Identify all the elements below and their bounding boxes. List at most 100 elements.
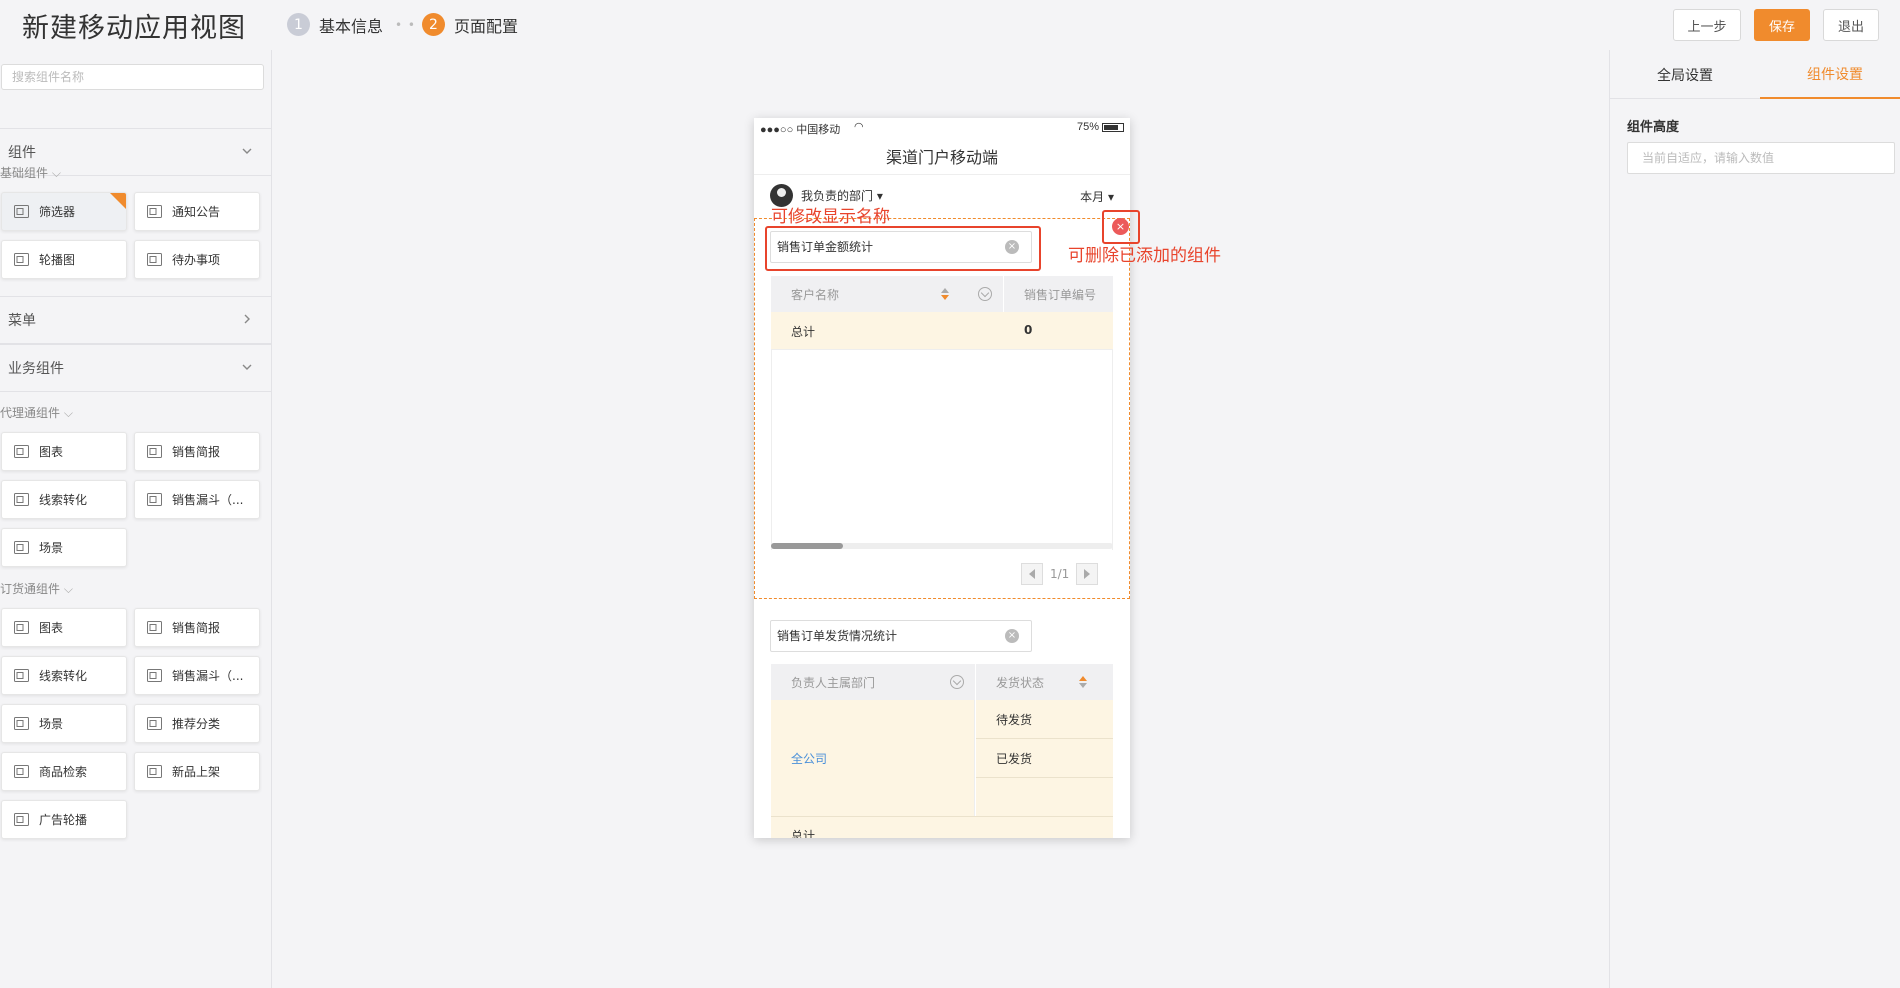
annotation-delete: 可删除已添加的组件 [1068,246,1221,266]
component-sidebar: 搜索组件名称 组件 基础组件 ⌵ 筛选器 通知公告 轮播图 待办事项 菜单 业务… [0,50,272,988]
accordion-label: 业务组件 [8,361,64,377]
table-header-cell[interactable]: 负责人主属部门 [771,664,975,700]
sort-icon[interactable] [1079,676,1087,688]
component-search-input[interactable]: 搜索组件名称 [1,64,264,90]
component-item[interactable]: 待办事项 [134,240,260,279]
period-selector[interactable]: 本月 ▾ [1080,188,1114,205]
horizontal-scrollbar[interactable] [771,543,1113,549]
filter-dropdown-icon[interactable] [978,287,992,301]
prev-page-button[interactable] [1021,563,1043,585]
component-icon [14,669,29,682]
component-item[interactable]: 通知公告 [134,192,260,231]
accordion-label: 菜单 [8,313,36,329]
widget1-table-header: 客户名称 销售订单编号 [771,276,1113,312]
component-icon [147,717,162,730]
component-icon [14,621,29,634]
phone-status-bar: ●●●○○ 中国移动 ◠ 75% [754,118,1130,136]
table-header-cell[interactable]: 发货状态 [976,664,1113,700]
component-item[interactable]: 推荐分类 [134,704,260,743]
step-separator: • • [395,18,416,32]
component-item[interactable]: 销售简报 [134,432,260,471]
page-title: 新建移动应用视图 [22,13,246,44]
group-basic-label[interactable]: 基础组件 ⌵ [0,164,61,181]
component-icon [14,813,29,826]
component-item[interactable]: 场景 [1,528,127,567]
component-icon [14,205,29,218]
component-icon [147,253,162,266]
component-icon [14,445,29,458]
tab-global-settings[interactable]: 全局设置 [1610,50,1760,99]
exit-button[interactable]: 退出 [1823,9,1879,41]
component-icon [147,205,162,218]
step-page-config[interactable]: 2 页面配置 [422,12,518,37]
delete-widget-icon[interactable]: × [1112,218,1129,235]
component-icon [147,493,162,506]
clear-icon[interactable]: × [1005,629,1019,643]
prev-step-button[interactable]: 上一步 [1673,9,1741,41]
accordion-business[interactable]: 业务组件 [0,344,271,392]
component-item[interactable]: 图表 [1,608,127,647]
component-icon [14,765,29,778]
step-label: 基本信息 [319,16,384,36]
wifi-icon: ◠ [854,121,864,133]
next-page-button[interactable] [1076,563,1099,585]
save-button[interactable]: 保存 [1754,9,1810,41]
table-total-row: 总计 0 [771,312,1113,350]
scrollbar-thumb[interactable] [771,543,843,549]
table-header-cell[interactable]: 客户名称 [771,276,1003,312]
chevron-down-icon [242,364,252,370]
component-item[interactable]: 筛选器 [1,192,127,231]
divider [754,174,1130,175]
table-cell: 已发货 [976,739,1113,778]
component-item[interactable]: 新品上架 [134,752,260,791]
pagination: 1/1 [1021,563,1099,585]
battery-indicator: 75% [1077,121,1124,133]
accordion-menu[interactable]: 菜单 [0,296,271,344]
widget-name-input[interactable]: 销售订单发货情况统计 × [770,620,1032,652]
table-body [771,350,1113,550]
component-icon [14,717,29,730]
component-item[interactable]: 图表 [1,432,127,471]
component-item[interactable]: 销售漏斗（... [134,480,260,519]
widget2-table-header: 负责人主属部门 发货状态 [771,664,1113,700]
component-item[interactable]: 线索转化 [1,656,127,695]
component-icon [147,669,162,682]
component-height-input[interactable]: 当前自适应，请输入数值 [1627,142,1895,174]
settings-tabs: 全局设置 组件设置 [1610,50,1900,99]
step-label: 页面配置 [454,16,519,36]
annotation-rename: 可修改显示名称 [771,207,890,227]
component-item[interactable]: 广告轮播 [1,800,127,839]
top-header: 新建移动应用视图 1 基本信息 • • 2 页面配置 上一步 保存 退出 [0,0,1900,50]
component-icon [147,621,162,634]
filter-dropdown-icon[interactable] [950,675,964,689]
chevron-down-icon [242,148,252,154]
component-icon [147,445,162,458]
sort-icon[interactable] [941,288,949,300]
component-item[interactable]: 销售简报 [134,608,260,647]
component-item[interactable]: 轮播图 [1,240,127,279]
group-agent-label[interactable]: 代理通组件 ⌵ [0,404,73,421]
component-item[interactable]: 商品检索 [1,752,127,791]
table-header-cell[interactable]: 销售订单编号 [1004,276,1113,312]
component-item[interactable]: 场景 [1,704,127,743]
group-order-label[interactable]: 订货通组件 ⌵ [0,580,73,597]
department-link[interactable]: 全公司 [791,750,827,767]
component-item[interactable]: 线索转化 [1,480,127,519]
table-total-row: 总计 [771,816,1113,838]
annotation-rename-box [765,226,1041,271]
phone-app-title: 渠道门户移动端 [885,148,998,167]
table-cell [976,778,1113,816]
component-icon [14,253,29,266]
selected-corner-badge [110,193,126,209]
step-basic-info[interactable]: 1 基本信息 [287,12,383,37]
caret-right-icon [1084,569,1091,579]
component-icon [14,541,29,554]
caret-left-icon [1029,569,1035,579]
table-group-cell: 全公司 [771,700,975,816]
tab-component-settings[interactable]: 组件设置 [1760,50,1900,99]
accordion-label: 组件 [8,145,36,161]
table-cell: 待发货 [976,700,1113,739]
component-height-label: 组件高度 [1627,120,1680,135]
component-icon [14,493,29,506]
component-item[interactable]: 销售漏斗（... [134,656,260,695]
